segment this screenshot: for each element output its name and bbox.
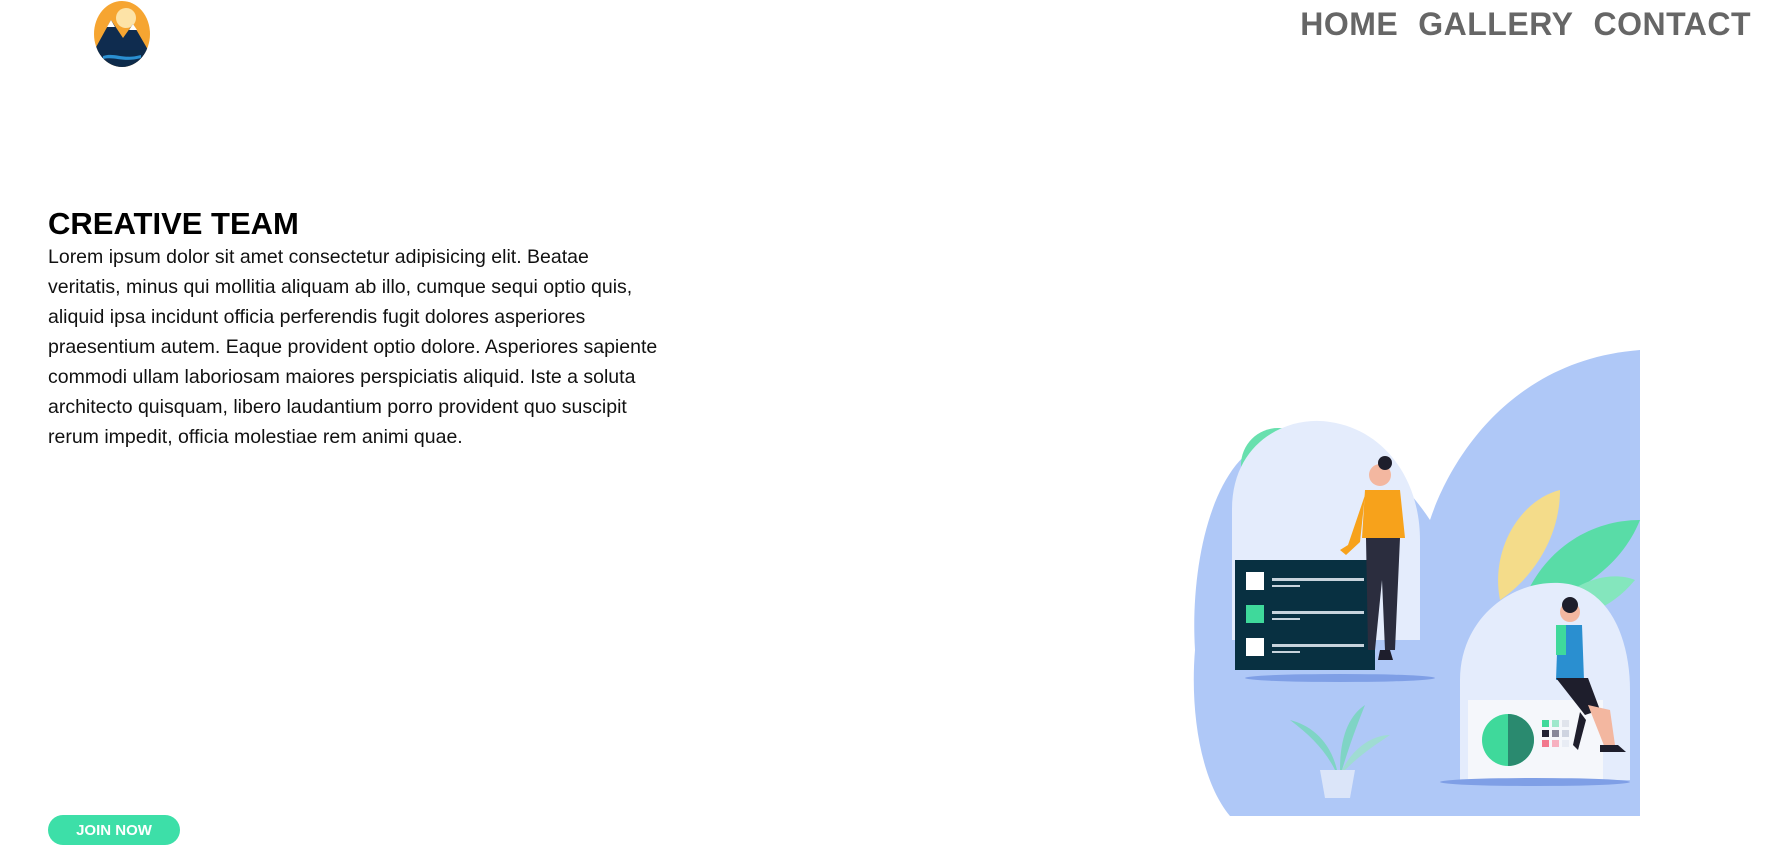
main-nav: HOME GALLERY CONTACT	[1300, 6, 1751, 43]
mountain-sun-logo-icon[interactable]	[93, 0, 151, 68]
nav-home-link[interactable]: HOME	[1300, 6, 1398, 43]
nav-contact-link[interactable]: CONTACT	[1593, 6, 1751, 43]
join-now-button[interactable]: JOIN NOW	[48, 815, 180, 845]
plant-pot-shape	[1320, 770, 1355, 798]
hero-description: Lorem ipsum dolor sit amet consectetur a…	[48, 246, 658, 448]
creative-team-illustration	[1193, 350, 1640, 816]
nav-gallery-link[interactable]: GALLERY	[1418, 6, 1573, 43]
hero-title: CREATIVE TEAM	[48, 206, 299, 241]
landing-page: HOME GALLERY CONTACT CREATIVE TEAM Lorem…	[0, 0, 1771, 846]
